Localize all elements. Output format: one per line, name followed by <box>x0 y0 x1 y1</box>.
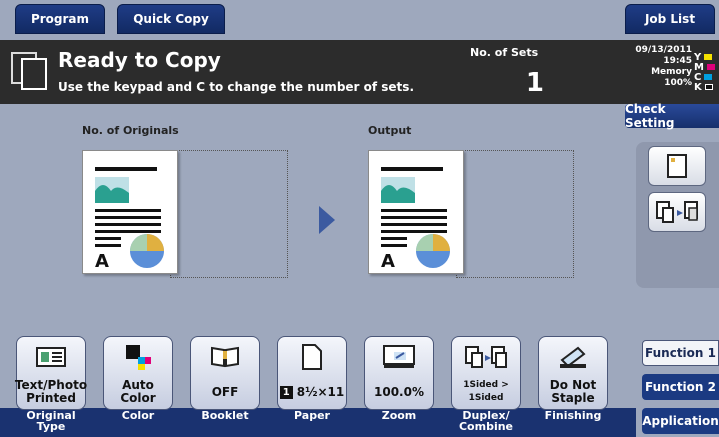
duplex-output-button[interactable] <box>648 192 706 232</box>
finishing-button[interactable]: Do Not Staple <box>538 336 608 410</box>
sets-label: No. of Sets <box>470 46 539 59</box>
check-setting-button[interactable]: Check Setting <box>625 102 719 130</box>
booklet-value: OFF <box>211 384 239 399</box>
output-preview: A <box>368 150 478 280</box>
document-illustration: A <box>381 167 450 272</box>
original-page: A <box>82 150 178 274</box>
toner-levels: Y M C K <box>694 52 716 93</box>
page-icon <box>667 154 687 178</box>
zoom-icon <box>383 345 415 368</box>
status-subtitle: Use the keypad and C to change the numbe… <box>58 80 414 94</box>
top-tab-bar: Program Quick Copy Job List <box>0 0 719 40</box>
arrow-right-icon <box>319 206 335 234</box>
color-caption: Color <box>121 409 155 422</box>
toner-m: M <box>694 62 716 73</box>
paper-caption: Paper <box>294 409 330 422</box>
booklet-button[interactable]: OFF <box>190 336 260 410</box>
originals-label: No. of Originals <box>82 124 179 137</box>
quick-setting-panel <box>636 142 719 288</box>
toner-c: C <box>694 72 716 83</box>
original-preview: A <box>82 150 192 280</box>
device-info: 09/13/2011 19:45 Memory 100% <box>620 45 692 89</box>
tab-quick-copy[interactable]: Quick Copy <box>117 4 225 34</box>
date-text: 09/13/2011 <box>635 45 692 55</box>
duplex-combine-caption: Duplex/ Combine <box>458 409 514 433</box>
finishing-caption: Finishing <box>544 409 602 422</box>
color-icon <box>126 345 151 370</box>
memory-value: 100% <box>664 78 692 88</box>
toner-k: K <box>694 82 716 93</box>
zoom-button[interactable]: 100.0% <box>364 336 434 410</box>
function1-tab[interactable]: Function 1 <box>642 340 719 366</box>
zoom-value: 100.0% <box>374 384 424 399</box>
svg-text:A: A <box>95 251 109 272</box>
staple-icon <box>560 346 586 368</box>
single-page-output-button[interactable] <box>648 146 706 186</box>
output-page: A <box>368 150 464 274</box>
memory-label: Memory <box>651 67 692 77</box>
toner-y: Y <box>694 52 716 63</box>
application-tab[interactable]: Application <box>642 408 719 434</box>
paper-button[interactable]: 1 8½×11 <box>277 336 347 410</box>
svg-text:A: A <box>381 251 395 272</box>
status-panel: Ready to Copy Use the keypad and C to ch… <box>0 40 719 104</box>
finishing-value: Do Not Staple <box>549 378 597 405</box>
booklet-icon <box>211 346 239 368</box>
original-type-button[interactable]: Text/Photo Printed <box>14 336 88 410</box>
document-illustration: A <box>95 167 164 272</box>
zoom-caption: Zoom <box>381 409 417 422</box>
tab-program[interactable]: Program <box>15 4 105 34</box>
sets-value: 1 <box>525 68 544 98</box>
original-type-value: Text/Photo Printed <box>14 378 88 405</box>
duplex-pages-icon <box>656 201 698 223</box>
duplex-combine-value: 1Sided > 1Sided <box>463 380 509 403</box>
paper-size-text: 8½×11 <box>296 384 345 399</box>
copy-icon <box>11 52 47 90</box>
duplex-combine-icon <box>465 346 507 368</box>
time-text: 19:45 <box>663 56 692 66</box>
booklet-caption: Booklet <box>201 409 249 422</box>
paper-value: 1 8½×11 <box>278 377 346 407</box>
status-title: Ready to Copy <box>58 48 221 72</box>
color-value: Auto Color <box>120 378 156 405</box>
sets-display: No. of Sets 1 <box>464 46 548 98</box>
color-button[interactable]: Auto Color <box>103 336 173 410</box>
paper-icon <box>302 344 322 370</box>
duplex-combine-button[interactable]: 1Sided > 1Sided <box>451 336 521 410</box>
tray-number-badge: 1 <box>279 385 293 399</box>
job-list-button[interactable]: Job List <box>625 4 715 34</box>
original-type-icon <box>36 347 66 367</box>
original-type-caption: Original Type <box>26 409 76 433</box>
output-label: Output <box>368 124 412 137</box>
function2-tab[interactable]: Function 2 <box>642 374 719 400</box>
